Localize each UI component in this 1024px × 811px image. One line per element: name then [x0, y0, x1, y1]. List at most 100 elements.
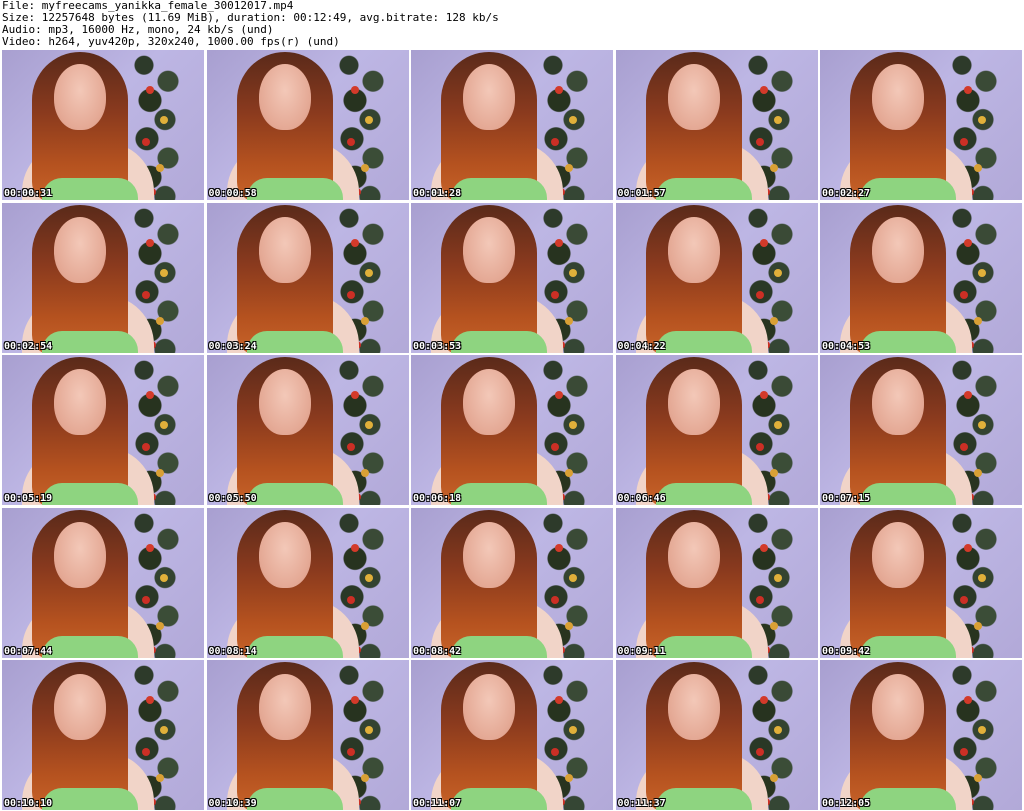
green-top [655, 788, 752, 810]
file-info-header: File: myfreecams_yanikka_female_30012017… [2, 0, 1022, 49]
thumbnail-timestamp: 00:06:18 [413, 493, 462, 504]
thumbnail-timestamp: 00:00:58 [208, 188, 257, 199]
person-face [258, 216, 311, 283]
green-top [42, 635, 138, 658]
video-thumbnail: 00:07:44 [2, 507, 204, 658]
person-face [872, 674, 924, 740]
person-face [667, 64, 720, 130]
thumbnail-timestamp: 00:11:37 [617, 798, 666, 809]
green-top [42, 788, 138, 810]
video-thumbnail: 00:11:37 [615, 660, 818, 810]
thumbnail-timestamp: 00:10:10 [4, 798, 53, 809]
video-thumbnail: 00:03:24 [206, 202, 409, 353]
file-size-line: Size: 12257648 bytes (11.69 MiB), durati… [2, 12, 499, 24]
person-face [463, 64, 515, 130]
thumbnail-timestamp: 00:05:50 [208, 493, 257, 504]
thumbnail-timestamp: 00:04:53 [822, 340, 871, 352]
video-thumbnail: 00:00:31 [2, 50, 204, 200]
person-face [54, 64, 106, 130]
person-face [667, 216, 720, 283]
thumbnail-timestamp: 00:00:31 [4, 188, 53, 199]
thumbnail-timestamp: 00:09:42 [822, 645, 871, 657]
person-face [872, 64, 924, 130]
thumbnail-timestamp: 00:09:11 [617, 645, 666, 657]
video-thumbnail: 00:04:22 [615, 202, 818, 353]
green-top [860, 178, 956, 200]
person-face [872, 216, 924, 283]
thumbnail-grid: 00:00:31 00:00:58 00:01:28 00:01:57 00:02:27… [2, 50, 1022, 810]
thumbnail-timestamp: 00:02:54 [4, 340, 53, 352]
person-face [258, 64, 311, 130]
person-face [667, 674, 720, 740]
thumbnail-timestamp: 00:10:39 [208, 798, 257, 809]
green-top [42, 483, 138, 505]
green-top [860, 788, 956, 810]
video-thumbnail: 00:05:19 [2, 355, 204, 505]
file-name-line: File: myfreecams_yanikka_female_30012017… [2, 0, 294, 12]
green-top [451, 330, 547, 353]
green-top [860, 635, 956, 658]
person-face [463, 216, 515, 283]
thumbnail-timestamp: 00:05:19 [4, 493, 53, 504]
thumbnail-timestamp: 00:12:05 [822, 798, 871, 809]
video-thumbnail: 00:10:39 [206, 660, 409, 810]
thumbnail-timestamp: 00:08:42 [413, 645, 462, 657]
video-thumbnail: 00:01:57 [615, 50, 818, 200]
thumbnail-timestamp: 00:02:27 [822, 188, 871, 199]
person-face [463, 369, 515, 435]
thumbnail-timestamp: 00:03:53 [413, 340, 462, 352]
green-top [655, 330, 752, 353]
thumbnail-timestamp: 00:06:46 [617, 493, 666, 504]
green-top [860, 483, 956, 505]
thumbnail-timestamp: 00:03:24 [208, 340, 257, 352]
video-thumbnail: 00:08:42 [411, 507, 613, 658]
person-face [872, 369, 924, 435]
green-top [42, 330, 138, 353]
green-top [246, 330, 343, 353]
green-top [42, 178, 138, 200]
video-thumbnail: 00:07:15 [820, 355, 1022, 505]
thumbnail-timestamp: 00:01:28 [413, 188, 462, 199]
video-thumbnail: 00:06:46 [615, 355, 818, 505]
video-info-line: Video: h264, yuv420p, 320x240, 1000.00 f… [2, 36, 340, 48]
person-face [463, 674, 515, 740]
green-top [860, 330, 956, 353]
video-thumbnail: 00:12:05 [820, 660, 1022, 810]
person-face [258, 674, 311, 740]
video-thumbnail: 00:08:14 [206, 507, 409, 658]
video-thumbnail: 00:05:50 [206, 355, 409, 505]
green-top [451, 788, 547, 810]
green-top [246, 178, 343, 200]
thumbnail-timestamp: 00:07:44 [4, 645, 53, 657]
person-face [54, 369, 106, 435]
video-thumbnail: 00:06:18 [411, 355, 613, 505]
thumbnail-timestamp: 00:01:57 [617, 188, 666, 199]
video-thumbnail: 00:02:54 [2, 202, 204, 353]
thumbnail-timestamp: 00:07:15 [822, 493, 871, 504]
audio-info-line: Audio: mp3, 16000 Hz, mono, 24 kb/s (und… [2, 24, 274, 36]
person-face [872, 521, 924, 588]
person-face [463, 521, 515, 588]
video-thumbnail: 00:10:10 [2, 660, 204, 810]
person-face [258, 369, 311, 435]
video-thumbnail: 00:09:11 [615, 507, 818, 658]
person-face [667, 521, 720, 588]
video-thumbnail: 00:03:53 [411, 202, 613, 353]
green-top [451, 635, 547, 658]
person-face [258, 521, 311, 588]
person-face [667, 369, 720, 435]
green-top [655, 635, 752, 658]
green-top [246, 483, 343, 505]
thumbnail-timestamp: 00:04:22 [617, 340, 666, 352]
thumbnail-timestamp: 00:11:07 [413, 798, 462, 809]
green-top [655, 178, 752, 200]
video-thumbnail: 00:11:07 [411, 660, 613, 810]
person-face [54, 521, 106, 588]
person-face [54, 674, 106, 740]
video-thumbnail: 00:09:42 [820, 507, 1022, 658]
green-top [246, 788, 343, 810]
video-thumbnail: 00:00:58 [206, 50, 409, 200]
video-thumbnail: 00:02:27 [820, 50, 1022, 200]
video-thumbnail: 00:01:28 [411, 50, 613, 200]
green-top [451, 483, 547, 505]
